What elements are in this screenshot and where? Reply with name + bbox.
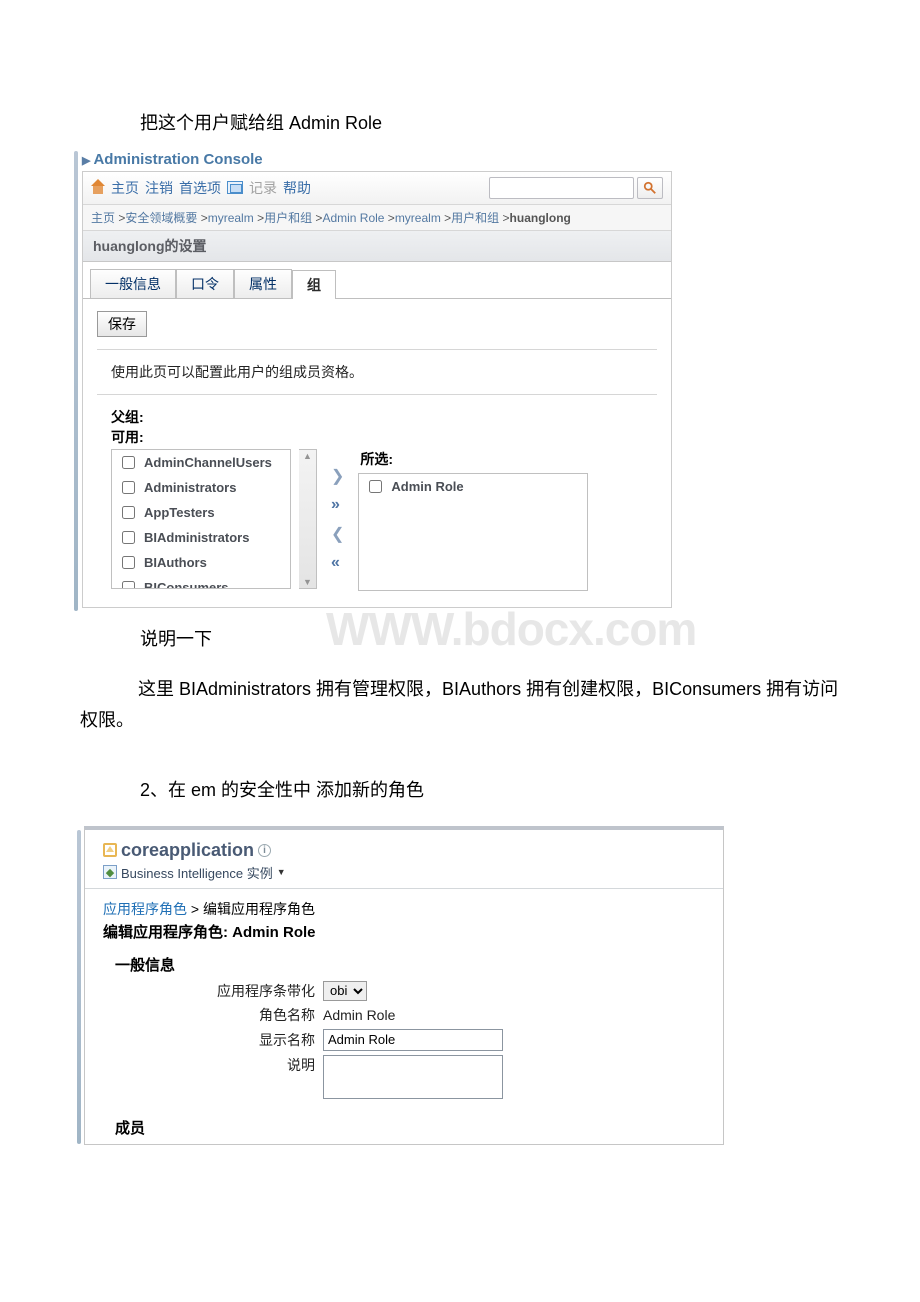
em-crumb-link[interactable]: 应用程序角色 <box>103 901 187 917</box>
tab-groups[interactable]: 组 <box>292 270 336 299</box>
tab-password[interactable]: 口令 <box>176 269 234 298</box>
label-display-name: 显示名称 <box>103 1030 323 1050</box>
save-button[interactable]: 保存 <box>97 311 147 337</box>
move-all-left-icon[interactable]: « <box>331 554 344 572</box>
display-name-input[interactable] <box>323 1029 503 1051</box>
console-title: ▶Administration Console <box>82 151 840 168</box>
tab-general[interactable]: 一般信息 <box>90 269 176 298</box>
nav-record: 记录 <box>249 178 277 198</box>
up-icon <box>103 843 117 857</box>
nav-home[interactable]: 主页 <box>111 178 139 198</box>
list-item[interactable] <box>122 456 135 469</box>
step2: 2、在 em 的安全性中 添加新的角色 <box>140 775 840 806</box>
label-role-name: 角色名称 <box>103 1005 323 1025</box>
em-subtitle[interactable]: ◆ Business Intelligence 实例 ▼ <box>103 863 709 882</box>
list-item[interactable] <box>122 556 135 569</box>
doc-intro: 把这个用户赋给组 Admin Role <box>140 108 840 139</box>
record-icon <box>227 181 243 194</box>
watermark: WWW.bdocx.com <box>326 602 696 656</box>
page-title: huanglong的设置 <box>83 231 671 262</box>
em-heading: 编辑应用程序角色: Admin Role <box>103 921 705 942</box>
nav-logout[interactable]: 注销 <box>145 178 173 198</box>
nav-help[interactable]: 帮助 <box>283 178 311 198</box>
search-button[interactable] <box>637 177 663 199</box>
em-section-general: 一般信息 <box>115 954 705 975</box>
info-icon: i <box>258 844 271 857</box>
list-item[interactable] <box>122 506 135 519</box>
list-item[interactable] <box>369 480 382 493</box>
selected-listbox[interactable]: Admin Role <box>358 473 588 591</box>
scrollbar[interactable]: ▲▼ <box>299 449 317 589</box>
dropdown-icon: ▼ <box>277 867 286 877</box>
home-icon <box>91 181 105 195</box>
explain-prefix: 说明一下 <box>140 624 212 655</box>
label-desc: 说明 <box>103 1055 323 1075</box>
desc-textarea[interactable] <box>323 1055 503 1099</box>
list-item[interactable] <box>122 531 135 544</box>
em-section-members: 成员 <box>115 1117 705 1138</box>
move-all-right-icon[interactable]: » <box>331 496 344 514</box>
selected-label: 所选: <box>360 449 588 469</box>
nav-pref[interactable]: 首选项 <box>179 178 221 198</box>
tab-attributes[interactable]: 属性 <box>234 269 292 298</box>
move-right-icon[interactable]: ❯ <box>331 466 344 486</box>
breadcrumb: 主页 >安全领域概要 >myrealm >用户和组 >Admin Role >m… <box>83 205 671 231</box>
move-left-icon[interactable]: ❮ <box>331 524 344 544</box>
stripe-select[interactable]: obi <box>323 981 367 1001</box>
instance-icon: ◆ <box>103 865 117 879</box>
label-stripe: 应用程序条带化 <box>103 981 323 1001</box>
help-text: 使用此页可以配置此用户的组成员资格。 <box>111 362 657 382</box>
list-item[interactable] <box>122 481 135 494</box>
available-label: 可用: <box>111 427 588 447</box>
list-item[interactable] <box>122 581 135 589</box>
parent-group-label: 父组: <box>111 407 657 427</box>
em-title: coreapplication i <box>103 840 709 861</box>
em-breadcrumb: 应用程序角色 > 编辑应用程序角色 <box>103 899 705 919</box>
explain-body: 这里 BIAdministrators 拥有管理权限，BIAuthors 拥有创… <box>80 674 840 735</box>
available-listbox[interactable]: AdminChannelUsers Administrators AppTest… <box>111 449 291 589</box>
search-input[interactable] <box>489 177 634 199</box>
role-name-value: Admin Role <box>323 1007 395 1023</box>
